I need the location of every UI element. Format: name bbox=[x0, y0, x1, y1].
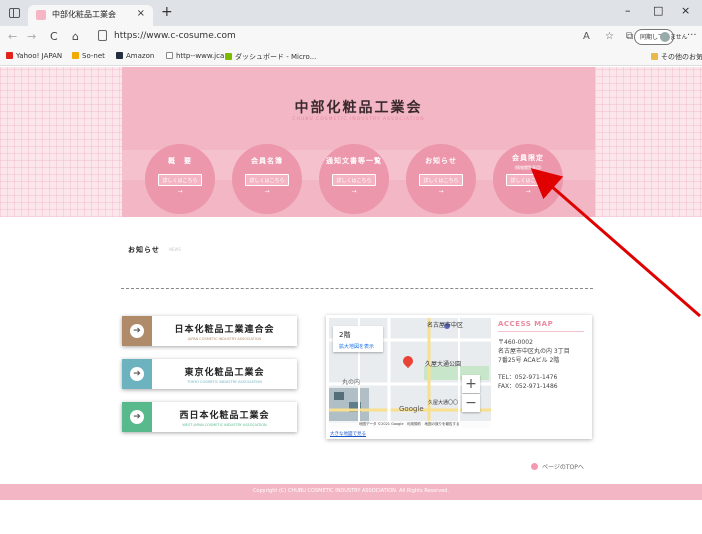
annotation-arrow-icon bbox=[530, 168, 701, 318]
